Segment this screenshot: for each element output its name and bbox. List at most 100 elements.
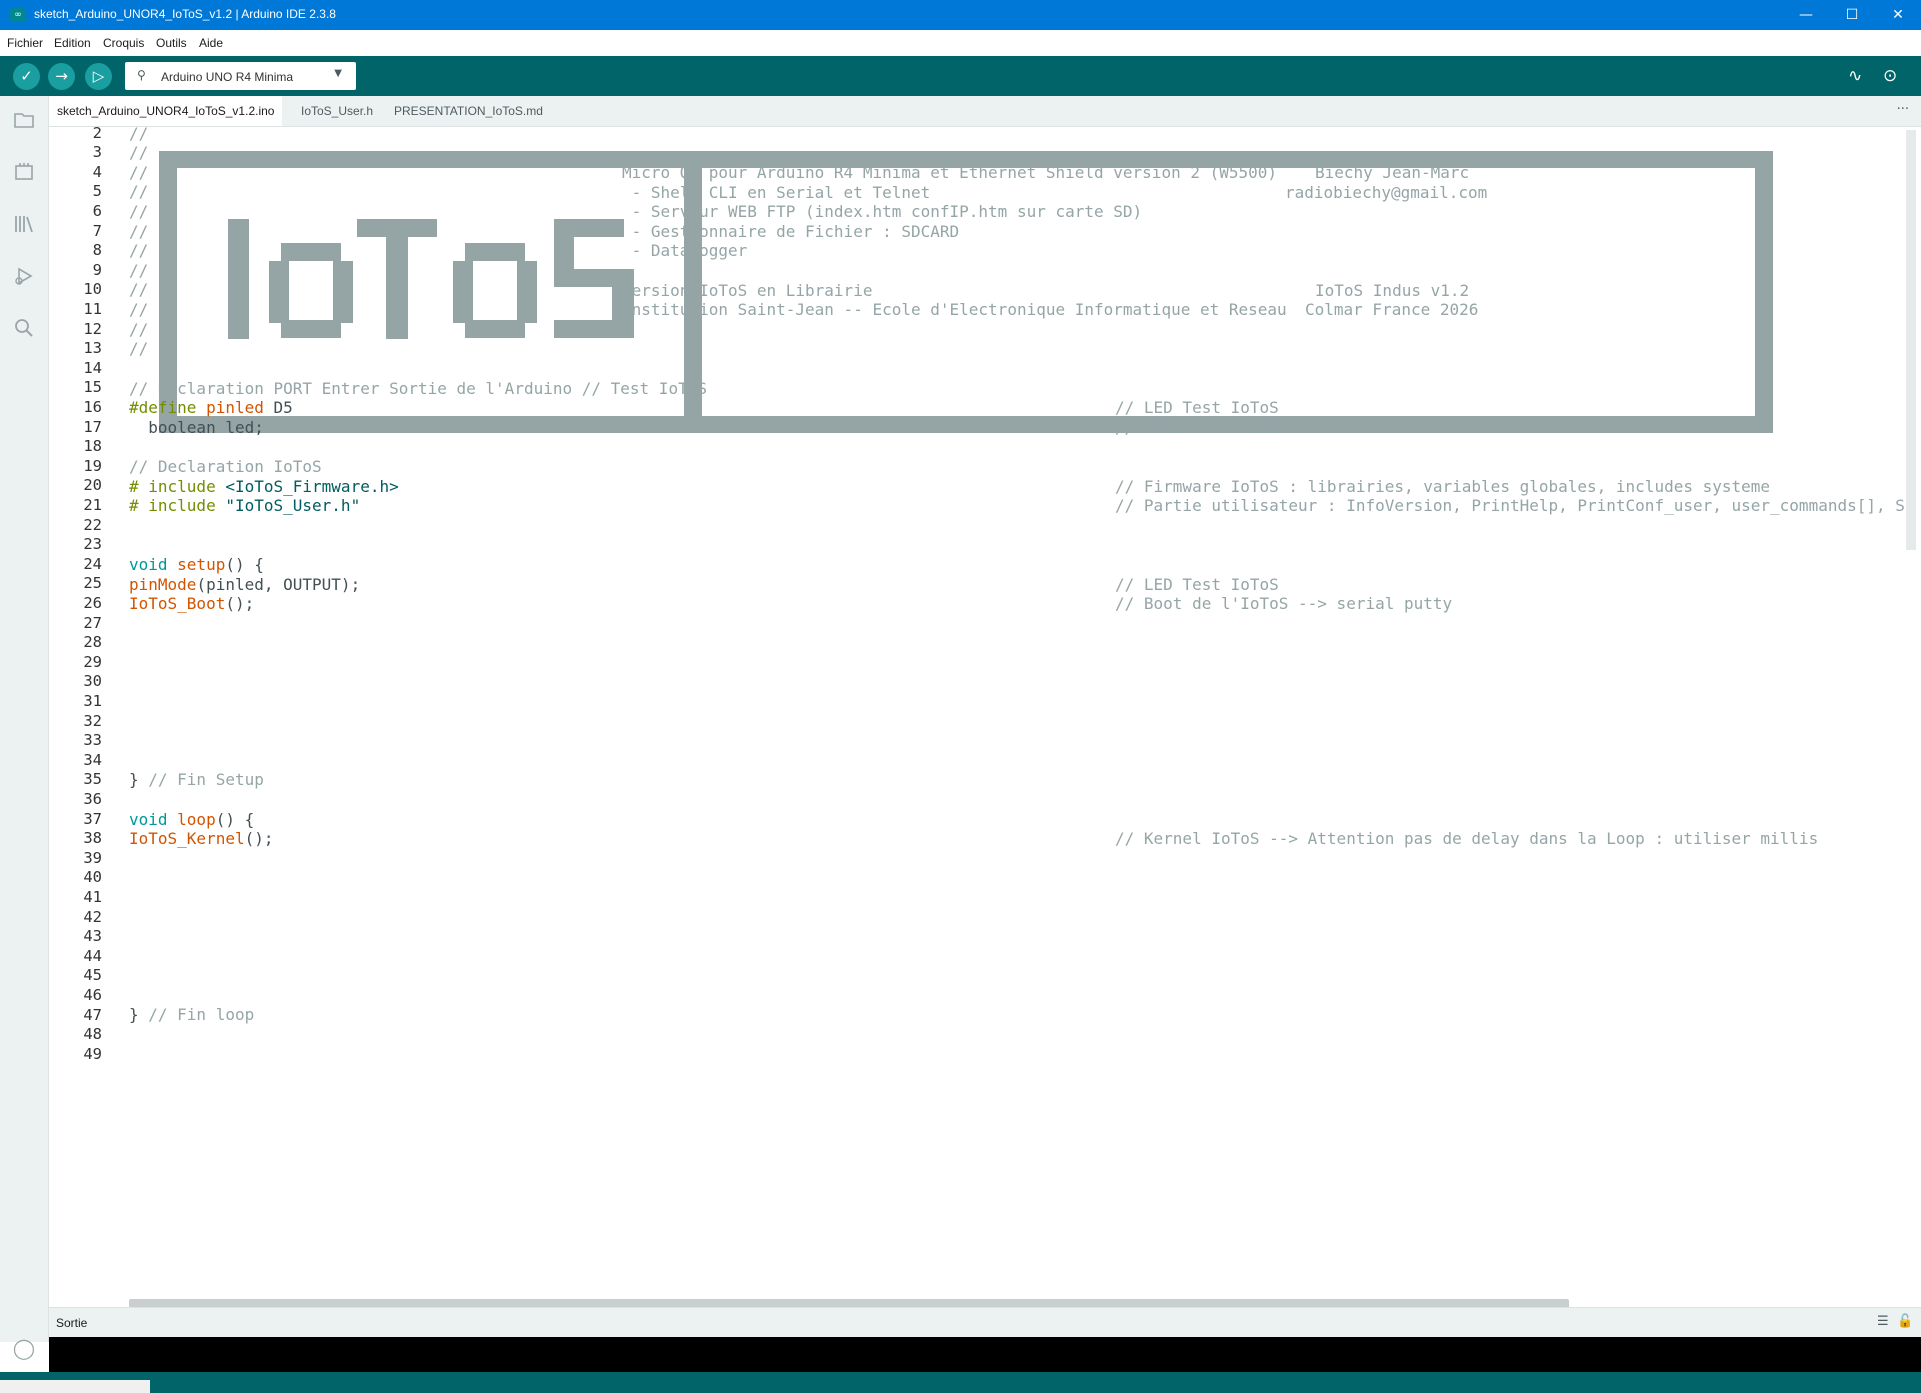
title-bar: ∞ sketch_Arduino_UNOR4_IoToS_v1.2 | Ardu…	[0, 0, 1921, 30]
line-number: 38	[83, 829, 102, 848]
serial-plotter-icon[interactable]: ∿	[1848, 66, 1862, 86]
line-number: 2	[92, 127, 102, 142]
menu-bar: Fichier Edition Croquis Outils Aide	[0, 30, 1921, 56]
line-number: 46	[83, 986, 102, 1004]
line-number: 3	[92, 143, 102, 162]
output-console[interactable]	[49, 1337, 1921, 1372]
line-number: 23	[83, 535, 102, 554]
usb-icon: ⚲	[137, 68, 146, 82]
code-editor[interactable]: 1234567891011121314151617181920212223242…	[49, 127, 1921, 1307]
banner-right-border	[1755, 168, 1773, 416]
line-number: 21	[83, 496, 102, 514]
menu-edition[interactable]: Edition	[54, 36, 91, 50]
line-number: 14	[83, 358, 102, 377]
line-number: 16	[83, 398, 102, 416]
menu-outils[interactable]: Outils	[156, 36, 187, 50]
banner-comment-slashes: //	[129, 202, 149, 221]
banner-comment-slashes: //	[129, 241, 149, 261]
banner-email: radiobiechy@gmail.com	[1285, 183, 1488, 202]
line-number: 42	[83, 907, 102, 926]
minimize-button[interactable]: —	[1783, 0, 1829, 30]
tab-presentation-md[interactable]: PRESENTATION_IoToS.md	[386, 96, 551, 126]
line-number: 30	[83, 672, 102, 691]
code-line-16: #define pinled D5	[129, 398, 293, 417]
maximize-button[interactable]: ☐	[1829, 0, 1875, 30]
code-line-37: void loop() {	[129, 810, 255, 829]
code-line-26: IoToS_Boot();	[129, 594, 255, 613]
profile-icon[interactable]: ◯	[12, 1336, 36, 1360]
more-tabs-icon[interactable]: ···	[1897, 102, 1909, 117]
code-line-35: } // Fin Setup	[129, 770, 264, 789]
line-number: 15	[83, 378, 102, 397]
banner-version-tag: IoToS Indus v1.2	[1315, 281, 1470, 300]
serial-monitor-icon[interactable]: ⊙	[1883, 66, 1897, 86]
code-line-19: // Declaration IoToS	[129, 457, 322, 476]
line-number: 5	[92, 182, 102, 201]
editor-tabs: sketch_Arduino_UNOR4_IoToS_v1.2.ino IoTo…	[49, 96, 1921, 127]
line-number: 22	[83, 515, 102, 534]
line-number: 9	[92, 260, 102, 279]
verify-button[interactable]: ✓	[13, 63, 40, 90]
code-area[interactable]: Micro OS pour Arduino R4 Minima et Ether…	[129, 127, 1921, 1307]
search-icon[interactable]	[12, 316, 36, 340]
banner-line-files: - Gestionnaire de Fichier : SDCARD	[622, 222, 960, 241]
menu-aide[interactable]: Aide	[199, 36, 223, 50]
line-number: 18	[83, 437, 102, 456]
banner-comment-slashes: //	[129, 143, 149, 163]
folder-icon[interactable]	[12, 108, 36, 132]
code-comment-21: // Partie utilisateur : InfoVersion, Pri…	[1115, 496, 1905, 515]
banner-comment-slashes: //	[129, 339, 149, 359]
line-number: 19	[83, 456, 102, 475]
line-number: 37	[83, 809, 102, 828]
debug-button[interactable]: ▷	[85, 63, 112, 90]
code-line-25: pinMode(pinled, OUTPUT);	[129, 575, 361, 594]
line-number: 36	[83, 790, 102, 808]
banner-comment-slashes: //	[129, 280, 149, 300]
banner-comment-slashes: //	[129, 221, 149, 241]
board-manager-icon[interactable]	[12, 160, 36, 184]
banner-line-shell: - Shell CLI en Serial et Telnet	[622, 183, 931, 202]
line-number: 26	[83, 594, 102, 612]
code-comment-17: // Etat de la LED	[1115, 418, 1279, 437]
menu-fichier[interactable]: Fichier	[7, 36, 43, 50]
banner-comment-slashes: //	[129, 182, 149, 202]
menu-croquis[interactable]: Croquis	[103, 36, 144, 50]
clear-output-icon[interactable]: ☰	[1877, 1314, 1889, 1329]
lock-scroll-icon[interactable]: 🔓	[1897, 1314, 1913, 1329]
line-number: 31	[83, 692, 102, 710]
line-number: 6	[92, 202, 102, 220]
library-icon[interactable]	[12, 212, 36, 236]
banner-location: Colmar France 2026	[1305, 300, 1479, 319]
upload-button[interactable]: →	[48, 63, 75, 90]
chevron-down-icon: ▼	[334, 68, 342, 79]
code-line-38: IoToS_Kernel();	[129, 829, 274, 848]
banner-comment-slashes: //	[129, 300, 149, 319]
banner-line-institution: Institution Saint-Jean -- Ecole d'Electr…	[622, 300, 1287, 319]
line-number: 8	[92, 241, 102, 260]
code-line-47: } // Fin loop	[129, 1005, 255, 1024]
output-title: Sortie	[56, 1316, 88, 1330]
close-button[interactable]: ✕	[1875, 0, 1921, 30]
line-number: 41	[83, 888, 102, 906]
debug-icon[interactable]	[12, 264, 36, 288]
code-line-20: # include <IoToS_Firmware.h>	[129, 477, 399, 496]
line-number: 32	[83, 711, 102, 730]
banner-comment-slashes: //	[129, 162, 149, 182]
line-number: 44	[83, 946, 102, 965]
line-number: 34	[83, 750, 102, 769]
board-selector[interactable]: ⚲ Arduino UNO R4 Minima ▼	[125, 62, 356, 90]
code-line-15: // Declaration PORT Entrer Sortie de l'A…	[129, 379, 707, 398]
line-number: 11	[83, 300, 102, 318]
vertical-scrollbar[interactable]	[1906, 130, 1916, 550]
tab-sketch-ino[interactable]: sketch_Arduino_UNOR4_IoToS_v1.2.ino	[49, 96, 283, 126]
line-number: 12	[83, 319, 102, 338]
code-line-21: # include "IoToS_User.h"	[129, 496, 361, 515]
banner-line-version: Version IoToS en Librairie	[622, 281, 873, 300]
line-number: 13	[83, 339, 102, 358]
line-number-gutter: 1234567891011121314151617181920212223242…	[49, 127, 123, 1307]
line-number: 4	[92, 162, 102, 181]
board-name: Arduino UNO R4 Minima	[161, 70, 294, 84]
line-number: 10	[83, 280, 102, 299]
toolbar: ✓ → ▷ ⚲ Arduino UNO R4 Minima ▼ ∿ ⊙	[0, 56, 1921, 96]
tab-iotos-user-h[interactable]: IoToS_User.h	[293, 96, 381, 126]
